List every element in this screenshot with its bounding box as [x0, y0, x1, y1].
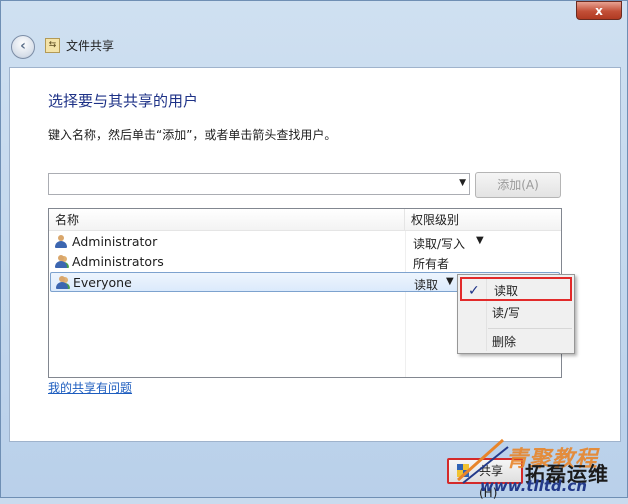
add-button[interactable]: 添加(A)	[475, 172, 561, 198]
dropdown-arrow-icon[interactable]: ▼	[459, 178, 466, 188]
column-header-permission[interactable]: 权限级别	[405, 209, 561, 231]
table-row[interactable]: Administrator 读取/写入 ▼	[50, 232, 560, 252]
permission-level[interactable]: 读取	[414, 276, 438, 293]
back-button[interactable]: ‹	[11, 35, 35, 59]
watermark-url: www.tlltd.cn	[480, 477, 587, 495]
window-title: 文件共享	[66, 39, 115, 53]
column-header-name[interactable]: 名称	[49, 209, 405, 231]
menu-item-label: 删除	[492, 335, 517, 349]
user-name-combobox[interactable]: ▼	[48, 173, 470, 195]
user-icon	[54, 235, 68, 249]
instruction-text: 键入名称，然后单击“添加”，或者单击箭头查找用户。	[48, 128, 337, 142]
menu-item-remove[interactable]: 删除	[460, 330, 572, 354]
group-icon	[54, 255, 69, 269]
permission-level[interactable]: 读取/写入	[413, 235, 465, 252]
dropdown-arrow-icon[interactable]: ▼	[446, 276, 454, 287]
checkmark-icon: ✓	[468, 283, 480, 299]
table-row[interactable]: Administrators 所有者	[50, 252, 560, 272]
share-folder-icon: ⇆	[45, 38, 60, 53]
close-button[interactable]: x	[576, 1, 622, 20]
page-heading: 选择要与其共享的用户	[48, 92, 199, 110]
menu-separator	[488, 328, 572, 329]
group-icon	[55, 276, 70, 290]
dropdown-arrow-icon[interactable]: ▼	[476, 235, 484, 246]
menu-item-label: 读/写	[492, 306, 521, 320]
content-panel: 选择要与其共享的用户 键入名称，然后单击“添加”，或者单击箭头查找用户。 ▼ 添…	[9, 67, 621, 442]
help-link[interactable]: 我的共享有问题	[48, 379, 132, 396]
file-sharing-window: x ‹ ⇆ 文件共享 选择要与其共享的用户 键入名称，然后单击“添加”，或者单击…	[0, 0, 628, 500]
menu-item-read-write[interactable]: 读/写	[460, 301, 572, 325]
user-name: Everyone	[73, 275, 132, 290]
user-name: Administrators	[72, 254, 164, 269]
permission-level: 所有者	[413, 257, 450, 271]
menu-item-read[interactable]: ✓ 读取	[460, 277, 572, 301]
menu-item-label: 读取	[494, 284, 519, 298]
permission-context-menu: ✓ 读取 读/写 删除	[457, 274, 575, 354]
user-name: Administrator	[72, 234, 158, 249]
